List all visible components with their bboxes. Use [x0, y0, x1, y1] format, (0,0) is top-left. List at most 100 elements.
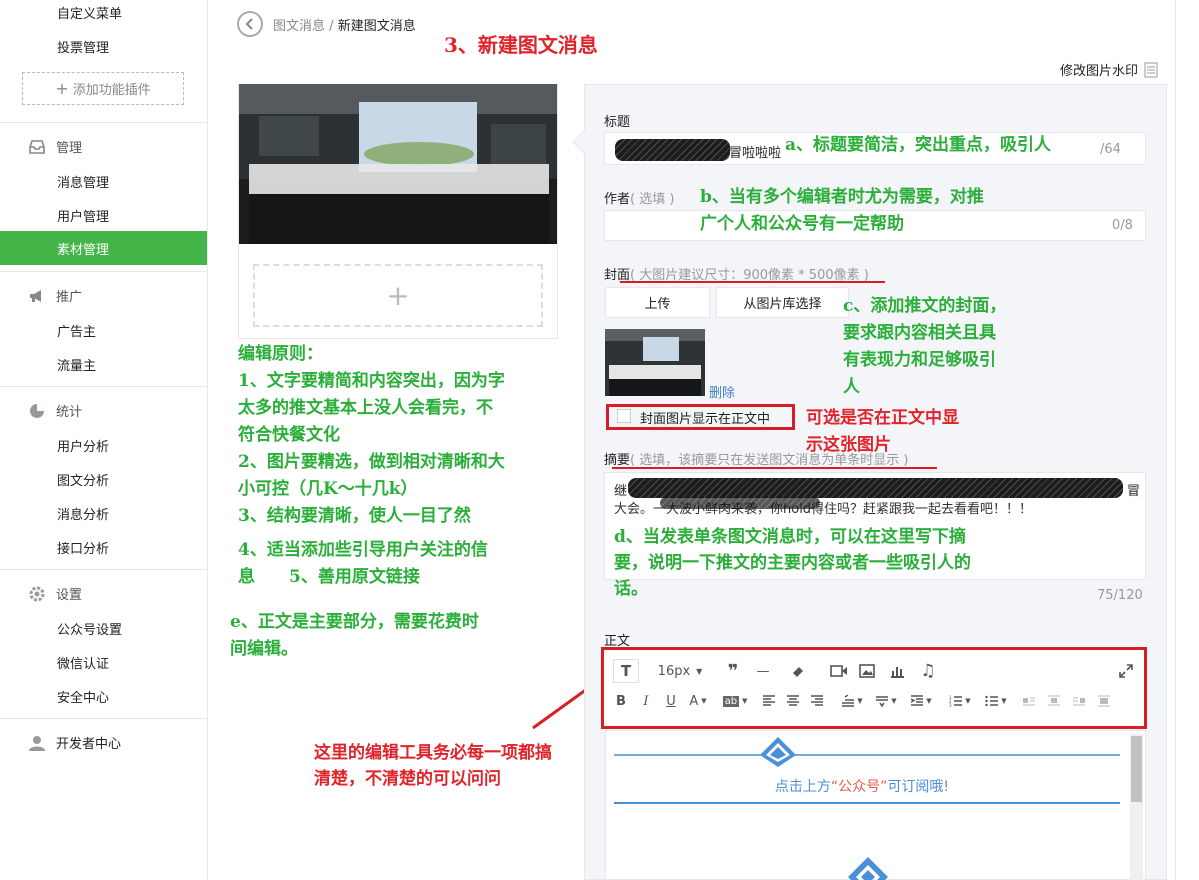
- back-button[interactable]: [237, 11, 263, 37]
- rule-4a: 4、适当添加些引导用户关注的信: [238, 540, 488, 560]
- inbox-icon: [29, 139, 45, 154]
- title-redaction: [615, 139, 730, 161]
- font-color-icon[interactable]: A ▼: [684, 692, 712, 710]
- horizontal-rule-icon[interactable]: —: [752, 661, 774, 681]
- summary-redaction: [628, 478, 1123, 498]
- rule-2a: 2、图片要精选，做到相对清晰和大: [238, 452, 505, 472]
- sidebar-item-label: 素材管理: [57, 243, 110, 258]
- align-left-icon[interactable]: [760, 692, 778, 710]
- add-plugin-label: 添加功能插件: [72, 83, 151, 98]
- annotation-tool1: 这里的编辑工具务必每一项都搞: [314, 743, 552, 763]
- delete-cover-link[interactable]: 删除: [709, 382, 735, 401]
- plus-icon: +: [55, 79, 69, 98]
- sidebar-item-account-settings[interactable]: 公众号设置: [57, 619, 122, 638]
- music-icon[interactable]: ♫: [917, 661, 939, 681]
- sidebar-item-wechat-verify[interactable]: 微信认证: [57, 653, 109, 672]
- summary-text-end: 冒: [1127, 484, 1141, 499]
- sidebar-item-messages[interactable]: 消息管理: [57, 172, 109, 191]
- author-counter: 0/8: [1112, 218, 1133, 233]
- sidebar-item-message-analysis[interactable]: 消息分析: [57, 504, 109, 523]
- breadcrumb: 图文消息 / 新建图文消息: [273, 15, 416, 34]
- upload-button[interactable]: 上传: [605, 287, 710, 318]
- sidebar-item-api-analysis[interactable]: 接口分析: [57, 538, 109, 557]
- sidebar-item-vote[interactable]: 投票管理: [57, 37, 109, 56]
- sidebar-section-promote: 推广: [28, 286, 82, 305]
- library-button[interactable]: 从图片库选择: [716, 287, 849, 318]
- background-color-icon[interactable]: ab ▼: [719, 692, 751, 710]
- divider: [0, 569, 207, 570]
- float-right-icon[interactable]: [1070, 692, 1088, 710]
- float-none-icon[interactable]: [1045, 692, 1063, 710]
- divider: [0, 271, 207, 272]
- subscribe-text: 点击上方“公众号”可订阅哦!: [612, 776, 1112, 796]
- annotation-d2: 要，说明一下推文的主要内容或者一些吸引人的: [614, 553, 971, 573]
- image-icon[interactable]: [856, 661, 878, 681]
- sidebar-item-article-analysis[interactable]: 图文分析: [57, 470, 109, 489]
- line-height-icon[interactable]: ▼: [838, 692, 866, 710]
- subscribe-text-post: 可订阅哦!: [887, 779, 950, 795]
- sidebar-section-label: 管理: [56, 141, 83, 156]
- sidebar-item-traffic[interactable]: 流量主: [57, 355, 96, 374]
- font-size-select[interactable]: 16px ▼: [650, 661, 710, 681]
- breadcrumb-separator: /: [329, 19, 334, 34]
- float-center-icon[interactable]: [1095, 692, 1113, 710]
- sidebar-item-users[interactable]: 用户管理: [57, 206, 109, 225]
- unordered-list-icon[interactable]: ▼: [981, 692, 1011, 710]
- editor-scrollbar-thumb[interactable]: [1131, 736, 1142, 802]
- author-label: 作者( 选填 ): [604, 188, 674, 207]
- summary-label-text: 摘要: [604, 453, 631, 468]
- sidebar-item-security[interactable]: 安全中心: [57, 687, 109, 706]
- blockquote-icon[interactable]: ❞: [722, 661, 744, 682]
- sidebar-item-user-analysis[interactable]: 用户分析: [57, 436, 109, 455]
- rule-3: 3、结构要清晰，使人一目了然: [238, 506, 471, 526]
- decorative-diamond-graphic: [848, 857, 888, 880]
- align-center-icon[interactable]: [784, 692, 802, 710]
- cover-thumbnail: [605, 329, 705, 396]
- add-plugin-button[interactable]: + 添加功能插件: [22, 72, 184, 105]
- bold-icon[interactable]: B: [612, 692, 630, 710]
- underline-icon[interactable]: U: [662, 692, 680, 710]
- watermark-link[interactable]: 修改图片水印: [1060, 60, 1158, 79]
- pie-chart-icon: [30, 403, 44, 418]
- title-counter: /64: [1100, 142, 1121, 157]
- svg-text:3: 3: [949, 703, 952, 707]
- title-label: 标题: [604, 115, 631, 130]
- annotation-d3: 话。: [614, 579, 648, 599]
- sidebar-item-custom-menu[interactable]: 自定义菜单: [57, 3, 122, 22]
- ordered-list-icon[interactable]: 1 2 3 ▼: [945, 692, 975, 710]
- breadcrumb-parent[interactable]: 图文消息: [273, 19, 325, 34]
- sidebar-section-manage: 管理: [28, 137, 82, 156]
- paragraph-spacing-icon[interactable]: ▼: [872, 692, 900, 710]
- annotation-b2: 广个人和公众号有一定帮助: [700, 214, 904, 234]
- fullscreen-icon[interactable]: [1116, 661, 1136, 681]
- annotation-d1: d、当发表单条图文消息时，可以在这里写下摘: [614, 527, 966, 547]
- indent-icon[interactable]: ▼: [906, 692, 936, 710]
- chart-icon[interactable]: [886, 661, 908, 681]
- annotation-e2: 间编辑。: [230, 639, 298, 659]
- sidebar-item-developer[interactable]: 开发者中心: [28, 733, 121, 752]
- user-icon: [29, 735, 45, 751]
- page-scrollbar-track[interactable]: [1175, 0, 1199, 880]
- italic-icon[interactable]: I: [637, 692, 655, 710]
- summary-redaction-2: [660, 497, 820, 509]
- sidebar-section-stats: 统计: [28, 401, 82, 420]
- align-right-icon[interactable]: [808, 692, 826, 710]
- sidebar-section-settings: 设置: [28, 584, 82, 603]
- sidebar-item-advertiser[interactable]: 广告主: [57, 321, 96, 340]
- summary-label: 摘要( 选填，该摘要只在发送图文消息为单条时显示 ): [604, 449, 908, 468]
- subscribe-banner-graphic: [614, 737, 1120, 804]
- format-brush-icon[interactable]: [787, 661, 809, 681]
- title-value: 冒啦啦啦: [729, 146, 782, 161]
- text-format-icon[interactable]: T: [613, 659, 639, 683]
- annotation-c3: 有表现力和足够吸引: [843, 350, 996, 370]
- video-icon[interactable]: [828, 661, 850, 681]
- caret-down-icon: ▼: [696, 666, 703, 676]
- annotation-step3: 3、新建图文消息: [444, 33, 598, 57]
- cover-in-body-checkbox[interactable]: [617, 409, 631, 423]
- sidebar-item-materials[interactable]: 素材管理: [0, 231, 207, 265]
- float-left-icon[interactable]: [1020, 692, 1038, 710]
- breadcrumb-current: 新建图文消息: [337, 19, 416, 34]
- divider: [0, 718, 207, 719]
- plus-icon: +: [386, 279, 410, 312]
- add-article-button[interactable]: +: [253, 264, 543, 327]
